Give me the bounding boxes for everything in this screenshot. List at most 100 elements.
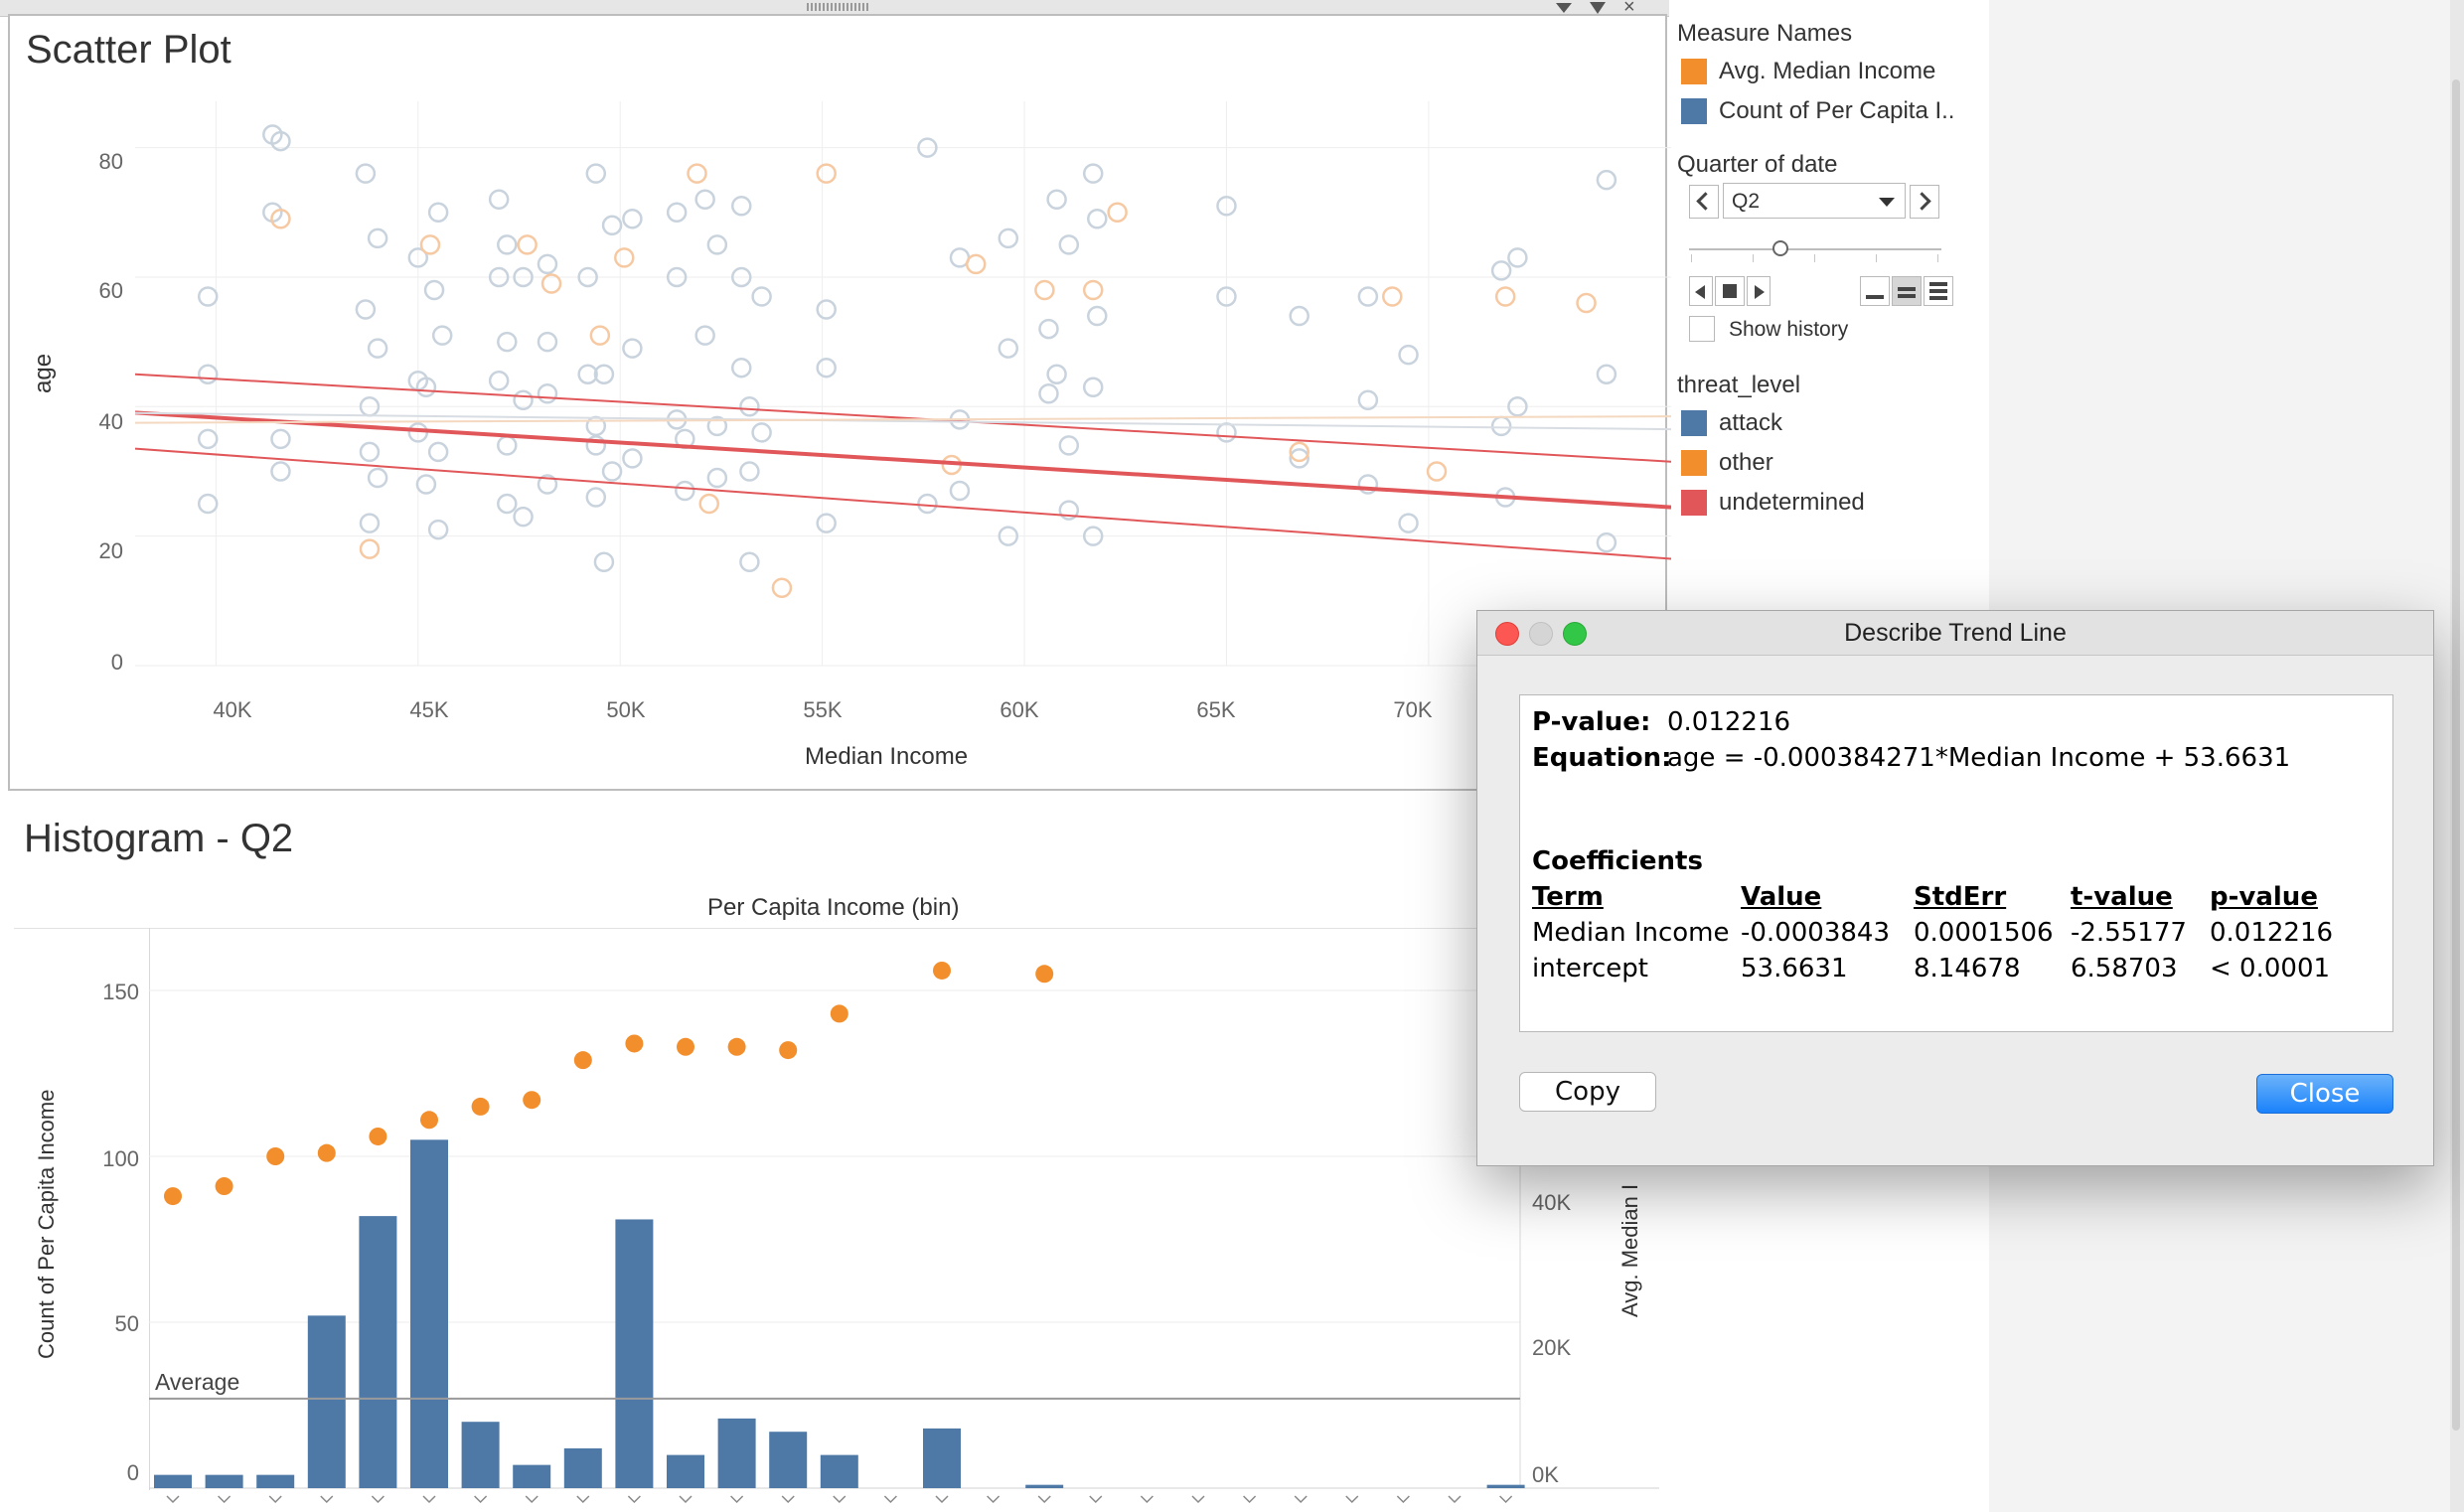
legend-item-avg-median-income[interactable]: Avg. Median Income bbox=[1681, 58, 1935, 85]
scatter-point-attack bbox=[197, 428, 219, 450]
histogram-plot-area bbox=[149, 928, 1659, 1504]
histogram-bar bbox=[461, 1422, 500, 1488]
scatter-point-attack bbox=[423, 279, 445, 301]
scatter-point-attack bbox=[497, 331, 518, 353]
threat-level-title: threat_level bbox=[1677, 372, 1801, 398]
scatter-point-other bbox=[965, 253, 987, 275]
histogram-bar bbox=[769, 1432, 808, 1488]
copy-button[interactable]: Copy bbox=[1519, 1072, 1656, 1112]
drag-handle-icon[interactable] bbox=[807, 3, 870, 11]
chevron-right-icon bbox=[1913, 192, 1931, 211]
scatter-point-other bbox=[419, 234, 441, 255]
median-income-dot bbox=[1035, 965, 1054, 983]
show-history-checkbox[interactable] bbox=[1689, 316, 1715, 342]
legend-item-attack[interactable]: attack bbox=[1681, 409, 1782, 437]
scatter-point-attack bbox=[739, 551, 760, 572]
quarter-of-date-title: Quarter of date bbox=[1677, 151, 1838, 178]
previous-quarter-button[interactable] bbox=[1689, 185, 1719, 219]
median-income-dot bbox=[677, 1037, 694, 1056]
quarter-slider-track[interactable] bbox=[1689, 248, 1941, 250]
legend-swatch bbox=[1681, 98, 1707, 124]
scatter-plot-title: Scatter Plot bbox=[26, 28, 231, 72]
histogram-bar bbox=[205, 1474, 243, 1488]
scatter-point-attack bbox=[694, 325, 715, 346]
median-income-dot bbox=[830, 1004, 848, 1023]
bin-tick-chevron bbox=[833, 1495, 847, 1504]
scatter-point-attack bbox=[1596, 169, 1617, 191]
histogram-bar bbox=[307, 1315, 346, 1488]
next-quarter-button[interactable] bbox=[1910, 185, 1939, 219]
legend-item-other[interactable]: other bbox=[1681, 449, 1773, 477]
scatter-point-attack bbox=[816, 357, 837, 378]
bin-tick-chevron bbox=[525, 1495, 539, 1504]
bin-tick-chevron bbox=[781, 1495, 795, 1504]
quarter-select[interactable]: Q2 bbox=[1723, 183, 1906, 219]
column-header-t-value: t-value bbox=[2071, 882, 2173, 912]
legend-swatch bbox=[1681, 450, 1707, 476]
scatter-point-attack bbox=[488, 189, 510, 210]
chevron-left-icon bbox=[1696, 192, 1715, 211]
scatter-point-attack bbox=[415, 474, 437, 495]
playback-stop-button[interactable] bbox=[1715, 276, 1745, 306]
left-y-tick-label: 0 bbox=[126, 1460, 139, 1485]
playback-forward-button[interactable] bbox=[1747, 276, 1771, 306]
scatter-point-attack bbox=[601, 461, 623, 482]
scatter-point-attack bbox=[1507, 247, 1528, 268]
x-tick-label: 65K bbox=[1196, 697, 1236, 722]
bin-tick-chevron bbox=[730, 1495, 744, 1504]
scatter-point-attack bbox=[497, 435, 518, 456]
column-header-term: Term bbox=[1532, 882, 1604, 912]
trend-line-description-text[interactable]: P-value: 0.012216 Equation: age = -0.000… bbox=[1519, 694, 2393, 1032]
scatter-point-attack bbox=[601, 215, 623, 236]
close-button[interactable]: Close bbox=[2256, 1074, 2393, 1114]
scatter-point-attack bbox=[666, 202, 688, 224]
speed-slow-button[interactable] bbox=[1860, 276, 1890, 306]
scatter-point-attack bbox=[1038, 318, 1059, 340]
median-income-dot bbox=[317, 1143, 336, 1162]
y-axis-title: age bbox=[30, 353, 57, 393]
histogram-bars bbox=[154, 1139, 1525, 1488]
bin-ticks bbox=[166, 1495, 1513, 1504]
scatter-point-attack bbox=[751, 422, 772, 443]
bin-tick-chevron bbox=[1448, 1495, 1462, 1504]
bin-tick-chevron bbox=[1191, 1495, 1205, 1504]
scatter-point-other bbox=[1426, 461, 1448, 482]
right-y-tick-label: 0K bbox=[1532, 1462, 1559, 1487]
scatter-point-attack bbox=[537, 253, 558, 275]
scatter-point-other bbox=[1576, 292, 1597, 314]
speed-medium-icon bbox=[1898, 287, 1916, 299]
legend-item-undetermined[interactable]: undetermined bbox=[1681, 489, 1865, 517]
playback-back-button[interactable] bbox=[1689, 276, 1713, 306]
speed-medium-button[interactable] bbox=[1892, 276, 1922, 306]
legend-item-count-per-capita[interactable]: Count of Per Capita I.. bbox=[1681, 97, 1954, 125]
scatter-point-attack bbox=[622, 209, 643, 229]
median-income-dot bbox=[779, 1041, 798, 1060]
scatter-point-attack bbox=[1082, 377, 1104, 397]
cell-term: Median Income bbox=[1532, 918, 1730, 948]
filter-icon[interactable] bbox=[1590, 2, 1606, 14]
histogram-bar bbox=[563, 1447, 602, 1488]
speed-fast-button[interactable] bbox=[1924, 276, 1953, 306]
scrollbar-thumb[interactable] bbox=[2452, 79, 2460, 1431]
dialog-title-bar[interactable]: Describe Trend Line bbox=[1477, 611, 2433, 656]
bin-tick-chevron bbox=[1396, 1495, 1410, 1504]
histogram-bar bbox=[820, 1454, 858, 1488]
scatter-point-attack bbox=[427, 202, 449, 224]
median-income-dot bbox=[727, 1037, 746, 1056]
scatter-point-attack bbox=[739, 461, 760, 482]
median-income-dot bbox=[625, 1034, 644, 1053]
scatter-point-attack bbox=[706, 234, 728, 255]
median-income-dot bbox=[215, 1177, 233, 1196]
scatter-point-other bbox=[687, 163, 707, 184]
dropdown-arrow-icon[interactable] bbox=[1556, 3, 1572, 13]
scatter-point-other bbox=[1382, 286, 1403, 307]
scatter-point-attack bbox=[359, 513, 381, 533]
scatter-gridlines bbox=[135, 101, 1671, 667]
y-tick-label: 40 bbox=[98, 409, 123, 434]
x-axis-title: Median Income bbox=[805, 743, 969, 770]
right-y-tick-label: 20K bbox=[1532, 1335, 1572, 1360]
cell-value: -0.0003843 bbox=[1741, 918, 1890, 948]
dialog-title: Describe Trend Line bbox=[1844, 619, 2067, 647]
bin-tick-chevron bbox=[422, 1495, 436, 1504]
scatter-point-attack bbox=[1038, 383, 1059, 404]
